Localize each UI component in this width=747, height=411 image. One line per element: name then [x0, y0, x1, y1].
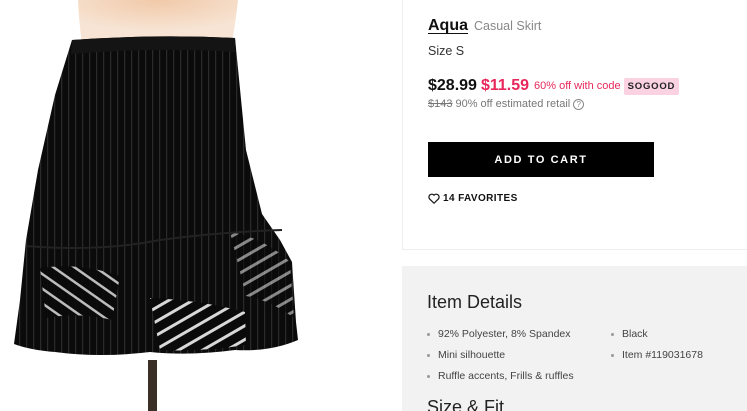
promo-code-badge: SOGOOD — [623, 77, 680, 95]
detail-item-number: Item #119031678 — [622, 349, 703, 361]
skirt-photo — [14, 0, 298, 411]
detail-item: Item #119031678 — [611, 349, 703, 361]
detail-silhouette: Mini silhouette — [438, 349, 506, 361]
bullet-icon — [427, 353, 430, 357]
favorites-button[interactable]: 14 FAVORITES — [428, 193, 518, 204]
original-price: $28.99 — [428, 77, 477, 94]
retail-row: $143 90% off estimated retail ? — [428, 98, 585, 110]
bullet-icon — [611, 353, 614, 357]
price-row: $28.99 $11.59 60% off with code SOGOOD — [428, 77, 680, 95]
bullet-icon — [427, 332, 430, 336]
question-circle-icon[interactable]: ? — [573, 98, 585, 110]
detail-item: 92% Polyester, 8% Spandex — [427, 328, 571, 340]
detail-item: Ruffle accents, Frills & ruffles — [427, 370, 574, 382]
add-to-cart-button[interactable]: ADD TO CART — [428, 142, 654, 177]
bullet-icon — [611, 332, 614, 336]
brand-row: Aqua Casual Skirt — [428, 17, 541, 35]
favorites-count: 14 FAVORITES — [443, 193, 518, 204]
detail-material: 92% Polyester, 8% Spandex — [438, 328, 571, 340]
item-details-title: Item Details — [427, 292, 523, 312]
detail-item: Mini silhouette — [427, 349, 505, 361]
bullet-icon — [427, 374, 430, 378]
brand-link[interactable]: Aqua — [428, 17, 468, 35]
sale-price: $11.59 — [480, 77, 529, 94]
retail-price: $143 — [428, 98, 453, 110]
product-info-card: Aqua Casual Skirt Size S $28.99 $11.59 6… — [402, 0, 747, 250]
heart-icon — [428, 193, 440, 204]
product-page: Aqua Casual Skirt Size S $28.99 $11.59 6… — [0, 0, 747, 411]
detail-item: Black — [611, 328, 648, 340]
item-details-section: Item Details 92% Polyester, 8% Spandex M… — [402, 266, 747, 411]
size-label: Size S — [428, 44, 465, 58]
size-fit-title: Size & Fit — [427, 397, 505, 411]
detail-color: Black — [622, 328, 648, 340]
discount-text: 60% off with code — [534, 80, 621, 92]
category-label: Casual Skirt — [474, 19, 542, 33]
retail-discount-text: 90% off estimated retail — [455, 98, 571, 110]
detail-accents: Ruffle accents, Frills & ruffles — [438, 370, 574, 382]
product-image[interactable] — [0, 0, 386, 411]
